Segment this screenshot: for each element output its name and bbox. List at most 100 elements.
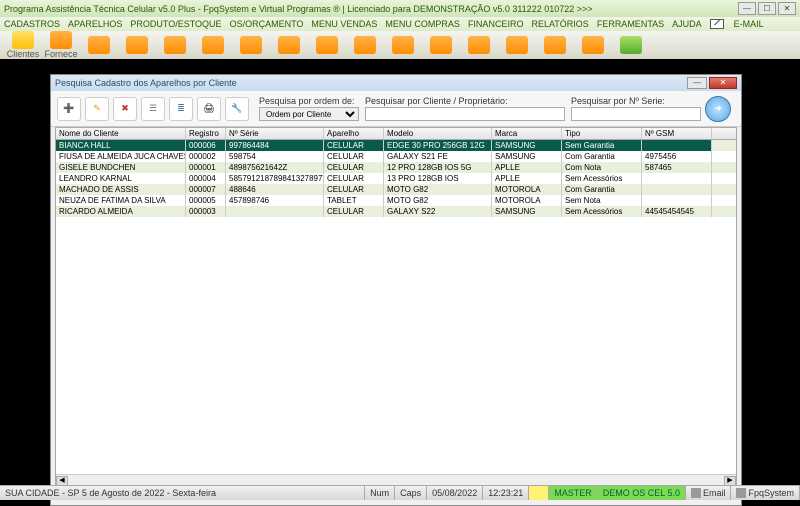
- minimize-button[interactable]: —: [738, 2, 756, 15]
- toolbar-btn-10[interactable]: [346, 36, 384, 54]
- table-row[interactable]: FIUSA DE ALMEIDA JUCA CHAVES000002598754…: [56, 151, 736, 162]
- col-registro[interactable]: Registro: [186, 128, 226, 139]
- toolbar-btn-6[interactable]: [194, 36, 232, 54]
- toolbar-btn-7[interactable]: [232, 36, 270, 54]
- close-button[interactable]: ✕: [778, 2, 796, 15]
- status-caps: Caps: [395, 486, 427, 500]
- scroll-left-icon[interactable]: ◀: [56, 476, 68, 486]
- status-num: Num: [365, 486, 395, 500]
- form-button[interactable]: ☰: [141, 97, 165, 121]
- modal-close-button[interactable]: ✕: [709, 77, 737, 89]
- tool-button[interactable]: 🔧: [225, 97, 249, 121]
- toolbar-fornece[interactable]: Fornece: [42, 31, 80, 59]
- folder-icon: [620, 36, 642, 54]
- toolbar-btn-12[interactable]: [422, 36, 460, 54]
- delete-button[interactable]: ✖: [113, 97, 137, 121]
- col-nome[interactable]: Nome do Cliente: [56, 128, 186, 139]
- cell-mod: 13 PRO 128GB IOS: [384, 173, 492, 184]
- scroll-right-icon[interactable]: ▶: [724, 476, 736, 486]
- cell-reg: 000006: [186, 140, 226, 151]
- menu-vendas[interactable]: MENU VENDAS: [311, 19, 377, 29]
- cell-apar: CELULAR: [324, 162, 384, 173]
- menu-ajuda[interactable]: AJUDA: [672, 19, 702, 29]
- cell-gsm: 44545454545: [642, 206, 712, 217]
- cell-serie: 598754: [226, 151, 324, 162]
- search-go-button[interactable]: ➜: [705, 96, 731, 122]
- folder-icon: [126, 36, 148, 54]
- cell-serie: 489875621642Z: [226, 162, 324, 173]
- cell-reg: 000001: [186, 162, 226, 173]
- table-row[interactable]: MACHADO DE ASSIS000007488646CELULARMOTO …: [56, 184, 736, 195]
- edit-button[interactable]: ✎: [85, 97, 109, 121]
- menu-relatorios[interactable]: RELATÓRIOS: [531, 19, 588, 29]
- toolbar-btn-13[interactable]: [460, 36, 498, 54]
- menu-cadastros[interactable]: CADASTROS: [4, 19, 60, 29]
- suppliers-icon: [50, 31, 72, 49]
- folder-icon: [164, 36, 186, 54]
- cell-reg: 000003: [186, 206, 226, 217]
- toolbar-btn-14[interactable]: [498, 36, 536, 54]
- cell-tipo: Com Garantia: [562, 151, 642, 162]
- col-modelo[interactable]: Modelo: [384, 128, 492, 139]
- search-client-input[interactable]: [365, 107, 565, 121]
- modal-minimize-button[interactable]: —: [687, 77, 707, 89]
- add-button[interactable]: ➕: [57, 97, 81, 121]
- toolbar-btn-3[interactable]: [80, 36, 118, 54]
- toolbar-btn-11[interactable]: [384, 36, 422, 54]
- cell-gsm: [642, 140, 712, 151]
- col-serie[interactable]: Nº Série: [226, 128, 324, 139]
- status-demo: DEMO OS CEL 5.0: [598, 486, 686, 500]
- toolbar-btn-17[interactable]: [612, 36, 650, 54]
- status-email[interactable]: Email: [686, 486, 732, 500]
- print-button[interactable]: 🖨: [197, 97, 221, 121]
- toolbar-clientes[interactable]: Clientes: [4, 31, 42, 59]
- logo-icon: [736, 488, 746, 498]
- table-row[interactable]: RICARDO ALMEIDA000003CELULARGALAXY S22SA…: [56, 206, 736, 217]
- cell-apar: CELULAR: [324, 184, 384, 195]
- search-serial-input[interactable]: [571, 107, 701, 121]
- cell-reg: 000002: [186, 151, 226, 162]
- col-aparelho[interactable]: Aparelho: [324, 128, 384, 139]
- toolbar-btn-4[interactable]: [118, 36, 156, 54]
- toolbar-btn-9[interactable]: [308, 36, 346, 54]
- menu-compras[interactable]: MENU COMPRAS: [385, 19, 460, 29]
- menu-produto[interactable]: PRODUTO/ESTOQUE: [130, 19, 221, 29]
- cell-tipo: Sem Garantia: [562, 140, 642, 151]
- maximize-button[interactable]: ☐: [758, 2, 776, 15]
- toolbar-btn-15[interactable]: [536, 36, 574, 54]
- status-fpq[interactable]: FpqSystem: [731, 486, 800, 500]
- table-row[interactable]: NEUZA DE FATIMA DA SILVA000005457898746T…: [56, 195, 736, 206]
- cell-gsm: 587465: [642, 162, 712, 173]
- folder-icon: [316, 36, 338, 54]
- main-toolbar: Clientes Fornece: [0, 31, 800, 59]
- toolbar-btn-16[interactable]: [574, 36, 612, 54]
- col-tipo[interactable]: Tipo: [562, 128, 642, 139]
- table-row[interactable]: BIANCA HALL000006997864484CELULAREDGE 30…: [56, 140, 736, 151]
- workspace: Pesquisa Cadastro dos Aparelhos por Clie…: [0, 59, 800, 485]
- cell-serie: 488646: [226, 184, 324, 195]
- order-select[interactable]: Ordem por Cliente: [259, 107, 359, 121]
- cell-mod: 12 PRO 128GB IOS 5G: [384, 162, 492, 173]
- search-modal: Pesquisa Cadastro dos Aparelhos por Clie…: [50, 74, 742, 506]
- menu-ferramentas[interactable]: FERRAMENTAS: [597, 19, 664, 29]
- cell-nome: GISELE BUNDCHEN: [56, 162, 186, 173]
- status-location: SUA CIDADE - SP 5 de Agosto de 2022 - Se…: [0, 486, 365, 500]
- toolbar-btn-8[interactable]: [270, 36, 308, 54]
- table-row[interactable]: GISELE BUNDCHEN000001489875621642ZCELULA…: [56, 162, 736, 173]
- folder-icon: [354, 36, 376, 54]
- cell-marca: SAMSUNG: [492, 206, 562, 217]
- list-button[interactable]: ≣: [169, 97, 193, 121]
- menu-financeiro[interactable]: FINANCEIRO: [468, 19, 524, 29]
- col-marca[interactable]: Marca: [492, 128, 562, 139]
- cell-mod: GALAXY S22: [384, 206, 492, 217]
- table-row[interactable]: LEANDRO KARNAL00000458579121878984132789…: [56, 173, 736, 184]
- menu-aparelhos[interactable]: APARELHOS: [68, 19, 122, 29]
- cell-mod: GALAXY S21 FE: [384, 151, 492, 162]
- menu-email[interactable]: E-MAIL: [734, 19, 764, 29]
- col-gsm[interactable]: Nº GSM: [642, 128, 712, 139]
- cell-apar: CELULAR: [324, 151, 384, 162]
- menu-os[interactable]: OS/ORÇAMENTO: [230, 19, 304, 29]
- grid-body[interactable]: BIANCA HALL000006997864484CELULAREDGE 30…: [56, 140, 736, 474]
- toolbar-btn-5[interactable]: [156, 36, 194, 54]
- cell-serie: 997864484: [226, 140, 324, 151]
